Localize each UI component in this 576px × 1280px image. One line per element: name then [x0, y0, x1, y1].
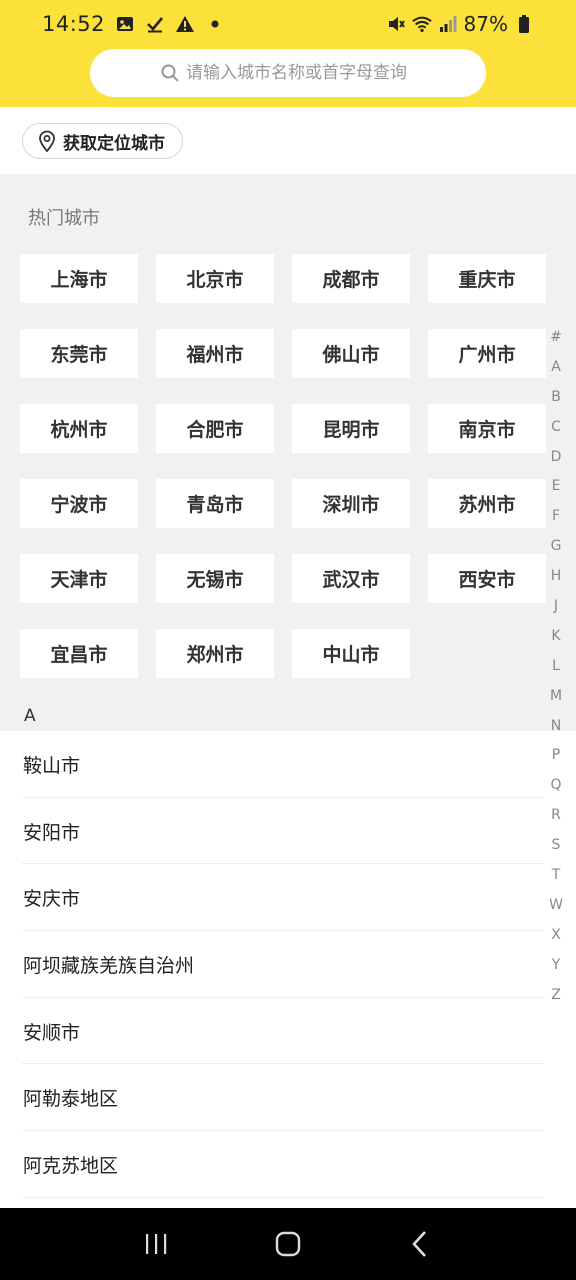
recent-apps-button[interactable] — [131, 1219, 181, 1269]
city-picker-screen: 14:52 87% 请输入城市名称或首字母查询 获取定位城市 热门城市 上海市 … — [0, 0, 576, 1280]
system-nav-bar — [0, 1208, 576, 1280]
city-list-item[interactable]: 安庆市 — [0, 864, 576, 931]
hot-cities-title: 热门城市 — [28, 208, 100, 229]
hot-city-chip[interactable]: 北京市 — [156, 254, 274, 303]
index-letter[interactable]: Z — [551, 980, 561, 1010]
status-time: 14:52 — [42, 12, 106, 36]
search-box[interactable] — [90, 49, 486, 97]
hot-city-chip[interactable]: 重庆市 — [428, 254, 546, 303]
index-letter[interactable]: N — [551, 711, 561, 741]
index-letter[interactable]: S — [552, 830, 561, 860]
hot-city-chip[interactable]: 昆明市 — [292, 404, 410, 453]
hot-city-chip[interactable]: 杭州市 — [20, 404, 138, 453]
index-letter[interactable]: Q — [550, 770, 561, 800]
battery-percent: 87% — [463, 12, 508, 36]
city-list-item[interactable]: 阿坝藏族羌族自治州 — [0, 931, 576, 998]
index-letter[interactable]: L — [552, 651, 560, 681]
index-letter[interactable]: C — [551, 412, 561, 442]
city-list-item[interactable]: 安顺市 — [0, 998, 576, 1065]
alphabet-index-bar[interactable]: # A B C D E F G H J K L M N P Q R S T W X Y Z — [544, 322, 568, 1009]
index-letter[interactable]: # — [550, 322, 562, 352]
hot-city-chip[interactable]: 宜昌市 — [20, 629, 138, 678]
header: 14:52 87% 请输入城市名称或首字母查询 — [0, 0, 576, 107]
city-list: 鞍山市 安阳市 安庆市 阿坝藏族羌族自治州 安顺市 阿勒泰地区 阿克苏地区 — [0, 731, 576, 1208]
index-letter[interactable]: A — [551, 352, 561, 382]
city-list-item[interactable]: 鞍山市 — [0, 731, 576, 798]
search-icon — [160, 63, 180, 83]
index-letter[interactable]: X — [551, 920, 561, 950]
hot-city-chip[interactable]: 南京市 — [428, 404, 546, 453]
hot-city-chip[interactable]: 合肥市 — [156, 404, 274, 453]
index-letter[interactable]: T — [552, 860, 561, 890]
image-icon — [115, 14, 135, 34]
index-letter[interactable]: B — [551, 382, 561, 412]
index-letter[interactable]: K — [551, 621, 560, 651]
location-pin-icon — [37, 130, 57, 152]
status-left: 14:52 — [42, 12, 225, 36]
city-list-item[interactable]: 阿勒泰地区 — [0, 1064, 576, 1131]
hot-city-chip[interactable]: 天津市 — [20, 554, 138, 603]
hot-city-chip[interactable]: 武汉市 — [292, 554, 410, 603]
hot-city-chip[interactable]: 深圳市 — [292, 479, 410, 528]
hot-city-chip[interactable]: 无锡市 — [156, 554, 274, 603]
index-letter[interactable]: E — [552, 471, 561, 501]
index-letter[interactable]: D — [551, 442, 562, 472]
index-letter[interactable]: P — [552, 740, 560, 770]
locate-city-label: 获取定位城市 — [63, 133, 165, 154]
back-button[interactable] — [395, 1219, 445, 1269]
city-list-item[interactable]: 安阳市 — [0, 798, 576, 865]
check-icon — [145, 14, 165, 34]
hot-cities-grid: 上海市 北京市 成都市 重庆市东莞市 福州市 佛山市 广州市杭州市 合肥市 昆明市 南京市宁波市青… — [20, 254, 547, 678]
battery-icon — [514, 14, 534, 34]
locate-city-button[interactable]: 获取定位城市 — [22, 123, 183, 159]
hot-city-chip[interactable]: 广州市 — [428, 329, 546, 378]
index-letter[interactable]: H — [551, 561, 562, 591]
warning-icon — [175, 14, 195, 34]
index-letter[interactable]: G — [551, 531, 562, 561]
hot-city-chip[interactable]: 宁波市 — [20, 479, 138, 528]
hot-city-chip[interactable]: 西安市 — [428, 554, 546, 603]
signal-icon — [438, 14, 458, 34]
hot-city-chip[interactable]: 青岛市 — [156, 479, 274, 528]
search-input[interactable] — [186, 63, 416, 83]
home-button[interactable] — [263, 1219, 313, 1269]
index-letter[interactable]: M — [550, 681, 562, 711]
index-letter[interactable]: F — [552, 501, 560, 531]
hot-city-chip[interactable]: 苏州市 — [428, 479, 546, 528]
index-letter[interactable]: W — [549, 890, 563, 920]
index-letter[interactable]: J — [554, 591, 558, 621]
hot-city-chip[interactable]: 上海市 — [20, 254, 138, 303]
status-right: 87% — [386, 12, 534, 36]
hot-city-chip[interactable]: 佛山市 — [292, 329, 410, 378]
hot-city-chip[interactable]: 福州市 — [156, 329, 274, 378]
location-row: 获取定位城市 — [0, 107, 576, 174]
hot-city-chip[interactable]: 中山市 — [292, 629, 410, 678]
dot-icon — [205, 14, 225, 34]
hot-city-chip[interactable]: 东莞市 — [20, 329, 138, 378]
index-letter[interactable]: R — [551, 800, 561, 830]
index-letter[interactable]: Y — [552, 950, 561, 980]
hot-city-chip[interactable]: 郑州市 — [156, 629, 274, 678]
status-bar: 14:52 87% — [0, 0, 576, 48]
city-list-item[interactable]: 阿克苏地区 — [0, 1131, 576, 1198]
section-letter-a: A — [24, 706, 36, 726]
wifi-icon — [411, 14, 432, 34]
hot-city-chip[interactable]: 成都市 — [292, 254, 410, 303]
mute-icon — [386, 14, 406, 34]
